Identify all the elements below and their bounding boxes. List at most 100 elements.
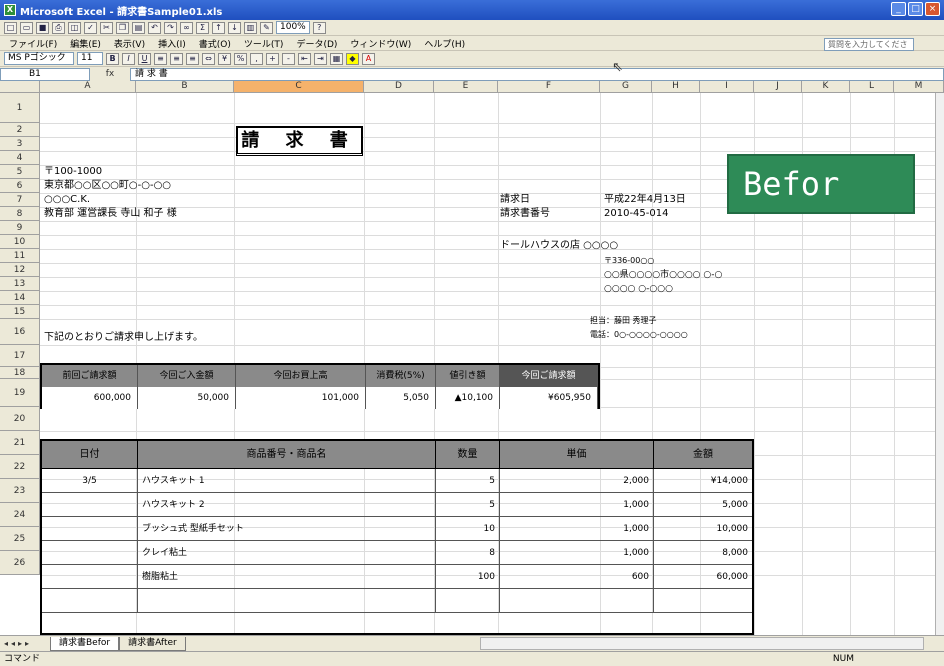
row-header[interactable]: 2 [0, 123, 40, 137]
column-header[interactable]: A [40, 81, 136, 92]
select-all-corner[interactable] [0, 81, 40, 92]
row-header[interactable]: 9 [0, 221, 40, 235]
paste-icon[interactable]: ▤ [132, 21, 145, 34]
quantity-cell[interactable]: 5 [436, 493, 500, 516]
row-header[interactable]: 6 [0, 179, 40, 193]
date-cell[interactable]: 3/5 [42, 469, 138, 492]
worksheet-grid[interactable]: A B C D E F G H I J K L M 1 2 3 4 5 6 7 8 9 10 11 1… [0, 81, 944, 635]
cut-icon[interactable]: ✂ [100, 21, 113, 34]
vertical-scrollbar[interactable] [935, 93, 944, 635]
font-size-select[interactable]: 11 [77, 52, 103, 65]
menu-file[interactable]: ファイル(F) [4, 37, 62, 50]
price-cell[interactable]: 1,000 [500, 493, 654, 516]
row-header[interactable]: 10 [0, 235, 40, 249]
summary-value-cell[interactable]: ¥605,950 [500, 387, 598, 409]
column-header[interactable]: H [652, 81, 700, 92]
italic-icon[interactable]: I [122, 52, 135, 65]
menu-tools[interactable]: ツール(T) [239, 37, 289, 50]
column-header[interactable]: E [434, 81, 498, 92]
drawing-icon[interactable]: ✎ [260, 21, 273, 34]
font-color-icon[interactable]: A [362, 52, 375, 65]
column-header[interactable]: F [498, 81, 600, 92]
row-header[interactable]: 19 [0, 379, 40, 407]
price-cell[interactable]: 2,000 [500, 469, 654, 492]
merge-center-icon[interactable]: ⇔ [202, 52, 215, 65]
date-cell[interactable] [42, 517, 138, 540]
ask-question-input[interactable]: 質問を入力してください [824, 38, 914, 60]
column-header[interactable]: M [894, 81, 944, 92]
row-header[interactable]: 4 [0, 151, 40, 165]
row-header[interactable]: 1 [0, 93, 40, 123]
summary-value-cell[interactable]: 50,000 [138, 387, 236, 409]
date-cell[interactable] [42, 565, 138, 588]
chart-icon[interactable]: ▥ [244, 21, 257, 34]
column-header[interactable]: L [850, 81, 894, 92]
name-box[interactable]: B1 [0, 67, 90, 81]
menu-window[interactable]: ウィンドウ(W) [345, 37, 416, 50]
date-cell[interactable] [42, 541, 138, 564]
increase-decimal-icon[interactable]: + [266, 52, 279, 65]
menu-data[interactable]: データ(D) [291, 37, 342, 50]
copy-icon[interactable]: ❐ [116, 21, 129, 34]
row-header[interactable]: 8 [0, 207, 40, 221]
row-header[interactable]: 14 [0, 291, 40, 305]
row-header[interactable]: 12 [0, 263, 40, 277]
column-header[interactable]: K [802, 81, 850, 92]
help-icon[interactable]: ? [312, 21, 326, 34]
quantity-cell[interactable] [436, 589, 500, 612]
print-icon[interactable]: ⎙ [52, 21, 65, 34]
date-cell[interactable] [42, 589, 138, 612]
row-header[interactable]: 13 [0, 277, 40, 291]
sort-asc-icon[interactable]: ↑ [212, 21, 225, 34]
font-name-select[interactable]: MS Pゴシック [4, 52, 74, 65]
menu-edit[interactable]: 編集(E) [65, 37, 106, 50]
row-header[interactable]: 5 [0, 165, 40, 179]
price-cell[interactable]: 600 [500, 565, 654, 588]
row-header[interactable]: 21 [0, 431, 40, 455]
redo-icon[interactable]: ↷ [164, 21, 177, 34]
row-header[interactable]: 23 [0, 479, 40, 503]
menu-view[interactable]: 表示(V) [109, 37, 150, 50]
hyperlink-icon[interactable]: ∞ [180, 21, 193, 34]
item-cell[interactable] [138, 589, 436, 612]
summary-value-cell[interactable]: ▲10,100 [436, 387, 500, 409]
quantity-cell[interactable]: 8 [436, 541, 500, 564]
amount-cell[interactable]: ¥14,000 [654, 469, 752, 492]
amount-cell[interactable]: 5,000 [654, 493, 752, 516]
save-icon[interactable]: ■ [36, 21, 49, 34]
undo-icon[interactable]: ↶ [148, 21, 161, 34]
borders-icon[interactable]: ▦ [330, 52, 343, 65]
sort-desc-icon[interactable]: ↓ [228, 21, 241, 34]
summary-value-cell[interactable]: 101,000 [236, 387, 366, 409]
menu-help[interactable]: ヘルプ(H) [419, 37, 470, 50]
maximize-button[interactable]: □ [908, 2, 923, 16]
align-left-icon[interactable]: ≡ [154, 52, 167, 65]
increase-indent-icon[interactable]: ⇥ [314, 52, 327, 65]
quantity-cell[interactable]: 10 [436, 517, 500, 540]
fill-color-icon[interactable]: ◆ [346, 52, 359, 65]
item-cell[interactable]: ハウスキット 1 [138, 469, 436, 492]
amount-cell[interactable]: 8,000 [654, 541, 752, 564]
row-header[interactable]: 15 [0, 305, 40, 319]
price-cell[interactable]: 1,000 [500, 541, 654, 564]
sheet-tab-befor[interactable]: 請求書Befor [50, 636, 120, 651]
formula-input[interactable]: 請 求 書 [130, 67, 944, 81]
column-header[interactable]: G [600, 81, 652, 92]
align-right-icon[interactable]: ≡ [186, 52, 199, 65]
column-header[interactable]: J [754, 81, 802, 92]
row-header[interactable]: 20 [0, 407, 40, 431]
item-cell[interactable]: 樹脂粘土 [138, 565, 436, 588]
quantity-cell[interactable]: 100 [436, 565, 500, 588]
item-cell[interactable]: ブッシュ式 型紙手セット [138, 517, 436, 540]
row-header[interactable]: 22 [0, 455, 40, 479]
row-header[interactable]: 7 [0, 193, 40, 207]
decrease-decimal-icon[interactable]: - [282, 52, 295, 65]
decrease-indent-icon[interactable]: ⇤ [298, 52, 311, 65]
column-header[interactable]: D [364, 81, 434, 92]
new-file-icon[interactable]: □ [4, 21, 17, 34]
close-button[interactable]: × [925, 2, 940, 16]
row-header[interactable]: 26 [0, 551, 40, 575]
amount-cell[interactable]: 60,000 [654, 565, 752, 588]
tab-scroll-arrows-icon[interactable]: ◂◂▸▸ [0, 639, 50, 648]
minimize-button[interactable]: _ [891, 2, 906, 16]
